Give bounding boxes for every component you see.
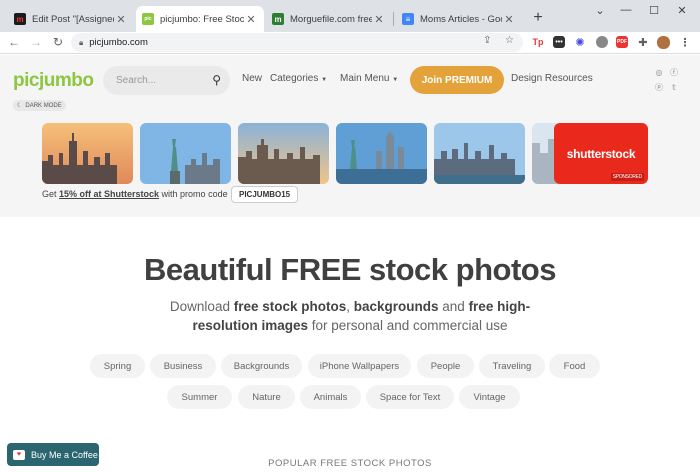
- promo-code[interactable]: PICJUMBO15: [231, 186, 299, 203]
- browser-tab[interactable]: ≡ Moms Articles - Google ... ✕: [396, 6, 522, 32]
- pinterest-icon[interactable]: ⓟ: [654, 82, 664, 92]
- tab-title: Morguefile.com free pho...: [290, 13, 372, 25]
- menu-design-resources[interactable]: Design Resources: [511, 73, 593, 84]
- address-bar[interactable]: 🔒︎ picjumbo.com ⇪ ☆: [71, 33, 523, 52]
- reload-icon[interactable]: ↻: [50, 35, 66, 49]
- tab-title: Edit Post "[Assigned] 12...: [32, 13, 114, 25]
- dark-mode-label: DARK MODE: [25, 102, 62, 109]
- share-icon[interactable]: ⇪: [483, 35, 491, 46]
- close-icon[interactable]: ✕: [114, 13, 128, 26]
- dark-mode-toggle[interactable]: ☾ DARK MODE: [13, 100, 66, 111]
- caret-down-icon: ▼: [321, 77, 328, 83]
- search-icon[interactable]: ⚲: [212, 73, 221, 87]
- section-heading: POPULAR FREE STOCK PHOTOS: [268, 458, 432, 469]
- logo[interactable]: picjumbo: [13, 70, 94, 92]
- site-header: picjumbo ⚲ New Categories ▼ Main Menu ▼ …: [0, 55, 700, 217]
- coffee-cup-icon: ♥: [13, 449, 25, 460]
- minimize-icon[interactable]: —: [618, 4, 634, 16]
- more-icon[interactable]: ⋮: [679, 36, 691, 49]
- m-icon: m: [14, 13, 26, 25]
- tag-traveling[interactable]: Traveling: [479, 354, 545, 378]
- tab-title: Moms Articles - Google ...: [420, 13, 502, 25]
- browser-tab[interactable]: m Morguefile.com free pho... ✕: [266, 6, 392, 32]
- sub-bold: free stock photos: [233, 299, 347, 314]
- promo-link[interactable]: 15% off at Shutterstock: [59, 189, 159, 199]
- sponsored-photo-thumbnail[interactable]: [336, 123, 427, 184]
- circle-extension-icon[interactable]: [596, 36, 608, 48]
- sponsored-photo-thumbnail[interactable]: [238, 123, 329, 184]
- sponsored-badge: SPONSORED: [610, 173, 644, 181]
- promo-text: Get 15% off at Shutterstock with promo c…: [42, 189, 228, 199]
- tag-summer[interactable]: Summer: [167, 385, 232, 409]
- tag-backgrounds[interactable]: Backgrounds: [221, 354, 302, 378]
- sponsored-photo-thumbnail[interactable]: [140, 123, 231, 184]
- browser-toolbar: ← → ↻ 🔒︎ picjumbo.com ⇪ ☆ Tp ••• ✺ PDF ✚…: [0, 32, 700, 54]
- tag-iphone-wallpapers[interactable]: iPhone Wallpapers: [308, 354, 411, 378]
- tp-extension-icon[interactable]: Tp: [532, 36, 544, 48]
- tag-animals[interactable]: Animals: [300, 385, 361, 409]
- pdf-extension-icon[interactable]: PDF: [616, 36, 628, 48]
- close-icon[interactable]: ✕: [502, 13, 516, 26]
- shutterstock-logo: shutterstock: [566, 146, 636, 161]
- tab-separator: [393, 12, 394, 26]
- facebook-icon[interactable]: ⓕ: [669, 67, 679, 77]
- browser-tab[interactable]: m Edit Post "[Assigned] 12... ✕: [8, 6, 134, 32]
- window-close-icon[interactable]: ✕: [674, 4, 690, 17]
- search-input[interactable]: [116, 75, 206, 86]
- coffee-label: Buy Me a Coffee: [31, 449, 98, 460]
- tag-spring[interactable]: Spring: [90, 354, 145, 378]
- tag-nature[interactable]: Nature: [238, 385, 295, 409]
- search-box[interactable]: ⚲: [103, 66, 230, 95]
- maximize-icon[interactable]: ☐: [646, 4, 662, 17]
- browser-tab-strip: m Edit Post "[Assigned] 12... ✕ pic picj…: [0, 0, 700, 32]
- lock-icon: 🔒︎: [79, 37, 84, 47]
- shutterstock-ad[interactable]: shutterstock SPONSORED: [554, 123, 648, 184]
- close-icon[interactable]: ✕: [244, 13, 258, 26]
- promo-suffix: with promo code: [159, 189, 228, 199]
- browser-tab-active[interactable]: pic picjumbo: Free Stock Pho... ✕: [136, 6, 264, 32]
- menu-main-label: Main Menu: [340, 73, 390, 84]
- snowflake-extension-icon[interactable]: ✺: [574, 36, 586, 49]
- menu-main[interactable]: Main Menu ▼: [340, 73, 398, 84]
- puzzle-icon[interactable]: ✚: [637, 36, 649, 49]
- chevron-down-icon[interactable]: ⌄: [592, 4, 608, 17]
- tag-vintage[interactable]: Vintage: [459, 385, 520, 409]
- sub-text: ,: [346, 299, 354, 314]
- avatar[interactable]: [657, 36, 670, 49]
- sub-text: Download: [169, 299, 234, 314]
- close-icon[interactable]: ✕: [372, 13, 386, 26]
- tag-space-for-text[interactable]: Space for Text: [366, 385, 454, 409]
- join-premium-button[interactable]: Join PREMIUM: [410, 66, 504, 94]
- sub-text: for personal and commercial use: [307, 318, 508, 333]
- page-title: Beautiful FREE stock photos: [144, 252, 556, 287]
- star-icon[interactable]: ☆: [505, 35, 514, 46]
- promo-prefix: Get: [42, 189, 60, 199]
- sponsored-photo-thumbnail[interactable]: [434, 123, 525, 184]
- sponsored-photo-thumbnail[interactable]: [42, 123, 133, 184]
- tag-food[interactable]: Food: [549, 354, 600, 378]
- sub-bold: backgrounds: [353, 299, 439, 314]
- docs-icon: ≡: [402, 13, 414, 25]
- tag-business[interactable]: Business: [150, 354, 216, 378]
- picjumbo-icon: pic: [142, 13, 154, 25]
- sub-text: and: [438, 299, 469, 314]
- tag-people[interactable]: People: [417, 354, 474, 378]
- forward-icon[interactable]: →: [28, 35, 44, 49]
- tab-title: picjumbo: Free Stock Pho...: [160, 13, 244, 25]
- url-text: picjumbo.com: [89, 37, 148, 48]
- moon-icon: ☾: [17, 103, 23, 109]
- new-tab-icon[interactable]: +: [530, 9, 546, 27]
- caret-down-icon: ▼: [392, 77, 399, 83]
- extension-icon[interactable]: •••: [553, 36, 565, 48]
- twitter-icon[interactable]: 𝕥: [669, 82, 679, 92]
- instagram-icon[interactable]: ◎: [654, 67, 664, 77]
- menu-new[interactable]: New: [242, 73, 262, 84]
- menu-categories-label: Categories: [270, 73, 319, 84]
- buy-me-a-coffee-button[interactable]: ♥ Buy Me a Coffee: [7, 443, 99, 466]
- page-subtitle: Download free stock photos, backgrounds …: [150, 297, 550, 335]
- morguefile-icon: m: [272, 13, 284, 25]
- menu-categories[interactable]: Categories ▼: [270, 73, 327, 84]
- back-icon[interactable]: ←: [6, 35, 22, 49]
